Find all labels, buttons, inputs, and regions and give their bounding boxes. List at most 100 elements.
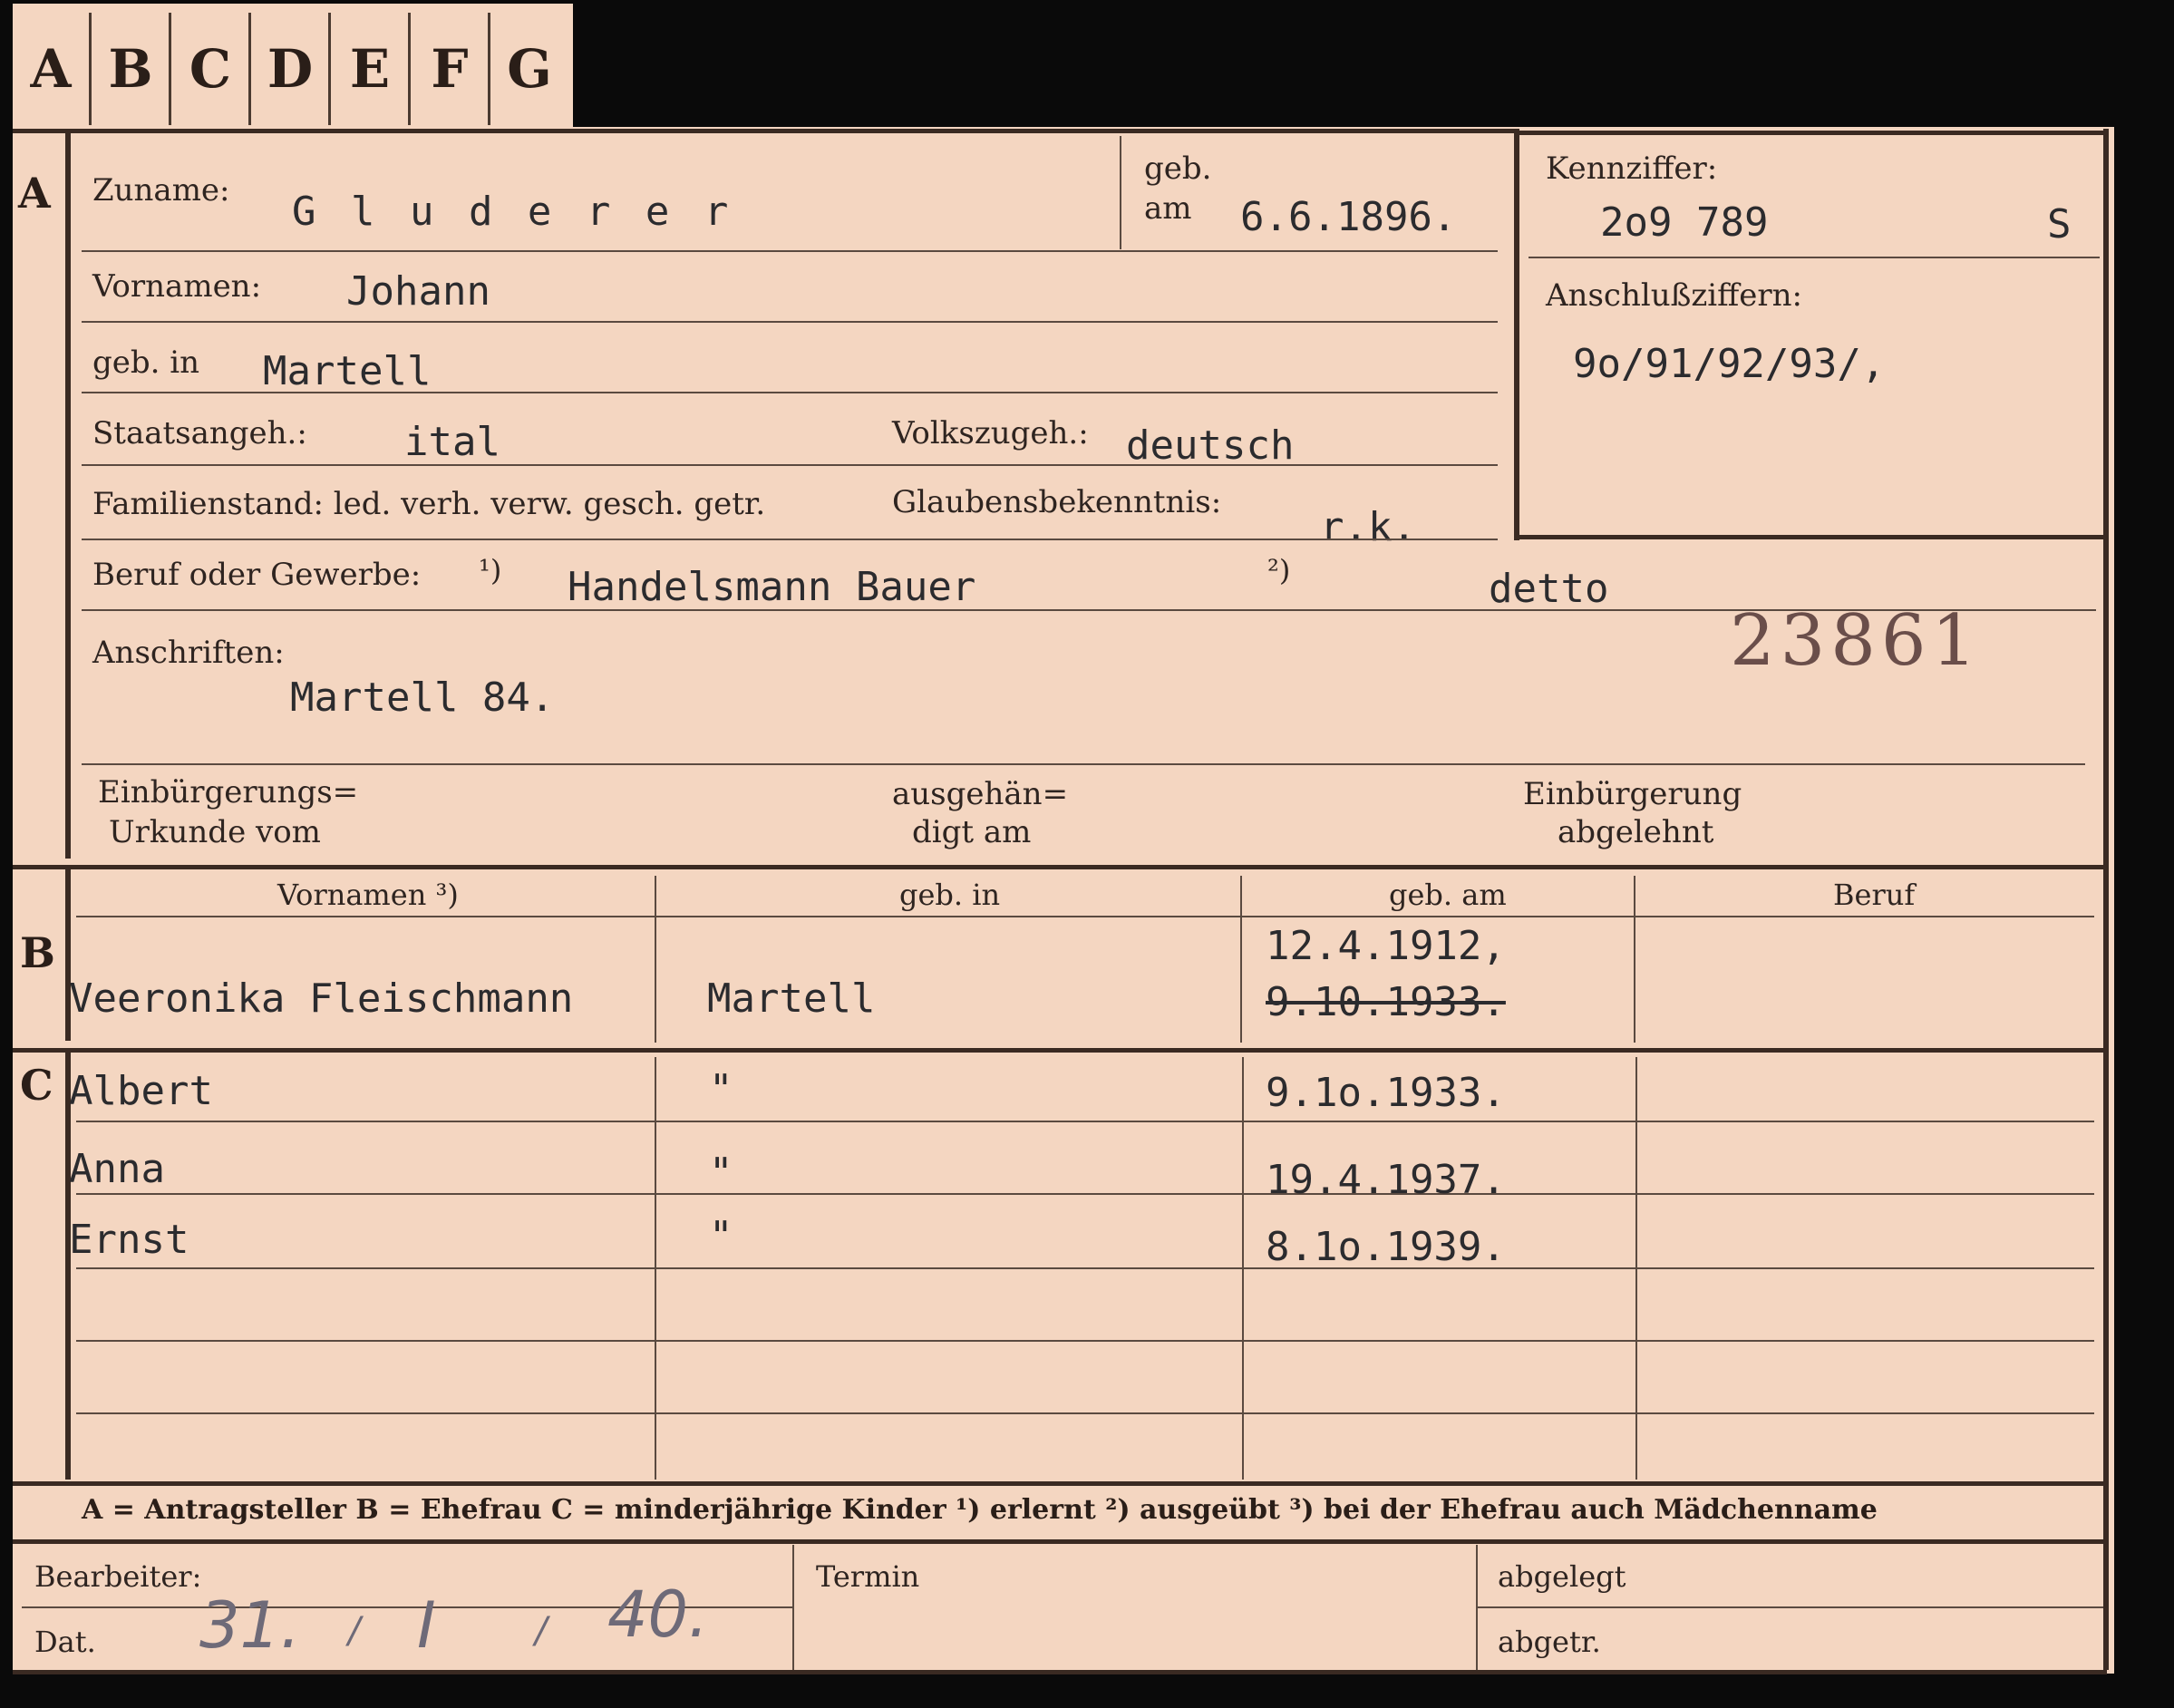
wife-geb-in: Martell [707, 975, 876, 1022]
col-divider [1634, 876, 1635, 1043]
section-a-divider [65, 129, 71, 859]
col-geb-in-header: geb. in [899, 878, 1001, 912]
termin-label: Termin [816, 1559, 920, 1594]
row-line [82, 464, 1498, 466]
child-vornamen: Albert [69, 1068, 213, 1114]
kennziffer-value: 2o9 789 [1600, 199, 1769, 246]
geb-am-label-1: geb. [1144, 150, 1212, 187]
beruf-note-2: ²) [1267, 553, 1291, 587]
geb-in-label: geb. in [92, 345, 200, 381]
section-c-marker: C [20, 1061, 53, 1110]
child-geb-in: " [709, 1150, 733, 1196]
col-vornamen-header: Vornamen ³) [277, 878, 459, 912]
row-line [82, 321, 1498, 323]
abgelegt-label: abgelegt [1498, 1559, 1626, 1594]
footer-line [1478, 1606, 2103, 1608]
tab-letter-g[interactable]: G [491, 13, 568, 125]
top-border [13, 129, 1518, 133]
handwritten-date-day: 31. [199, 1588, 301, 1663]
tab-letter-d[interactable]: D [252, 13, 331, 125]
einbuergerung-label-2: abgelehnt [1558, 814, 1714, 850]
tab-letter-a[interactable]: A [13, 13, 92, 125]
einbuergerung-label-1: Einbürgerung [1523, 776, 1742, 812]
beruf-note-1: ¹) [479, 553, 502, 587]
einbuergerungs-label-2: Urkunde vom [109, 814, 321, 850]
anschlussziffern-value: 9o/91/92/93/, [1573, 341, 1886, 387]
beruf-value-1: Handelsmann Bauer [568, 564, 976, 610]
geb-am-label-2: am [1144, 190, 1192, 227]
row-line [76, 1267, 2094, 1269]
staatsangeh-label: Staatsangeh.: [92, 415, 307, 451]
kennziffer-divider [1529, 257, 2100, 258]
section-b-marker: B [20, 928, 55, 977]
row-line [76, 1340, 2094, 1342]
kennziffer-box-bottom [1514, 535, 2103, 539]
vornamen-label: Vornamen: [92, 268, 262, 305]
staatsangeh-value: ital [404, 419, 500, 465]
handwritten-slash: / [535, 1610, 548, 1652]
child-geb-am: 8.1o.1939. [1266, 1224, 1506, 1270]
ausgehaen-label-2: digt am [912, 814, 1032, 850]
glaubensbekenntnis-value: r.k. [1320, 504, 1416, 550]
bearbeiter-label: Bearbeiter: [34, 1559, 202, 1594]
child-vornamen: Anna [69, 1146, 165, 1192]
kennziffer-suffix: S [2047, 201, 2072, 247]
kennziffer-label: Kennziffer: [1546, 150, 1718, 187]
child-geb-in: " [709, 1066, 733, 1112]
row-line [76, 1412, 2094, 1414]
child-geb-in: " [709, 1213, 733, 1259]
ausgehaen-label-1: ausgehän= [892, 776, 1069, 812]
col-geb-am-header: geb. am [1389, 878, 1507, 912]
child-geb-am: 9.1o.1933. [1266, 1070, 1506, 1116]
right-border [2103, 129, 2109, 1670]
row-line [82, 763, 2085, 765]
tab-letter-f[interactable]: F [412, 13, 490, 125]
tab-letter-c[interactable]: C [172, 13, 251, 125]
abgetr-label: abgetr. [1498, 1625, 1601, 1659]
legend-text: A = Antragsteller B = Ehefrau C = minder… [82, 1494, 1878, 1526]
einbuergerungs-label-1: Einbürgerungs= [98, 774, 359, 810]
dat-label: Dat. [34, 1625, 96, 1659]
footer-divider [792, 1545, 794, 1672]
beruf-value-2: detto [1489, 566, 1609, 612]
kennziffer-box-top [1514, 131, 2103, 135]
letter-tab-strip: A B C D E F G [13, 4, 573, 129]
legend-top [13, 1481, 2103, 1486]
handwritten-slash: / [348, 1610, 361, 1652]
section-c-divider [65, 1052, 71, 1480]
section-c-top [13, 1048, 2103, 1053]
row-line [76, 1121, 2094, 1122]
familienstand-label: Familienstand: led. verh. verw. gesch. g… [92, 486, 766, 522]
volkszugeh-value: deutsch [1126, 422, 1295, 469]
anschlussziffern-label: Anschlußziffern: [1546, 277, 1802, 314]
tab-letter-b[interactable]: B [92, 13, 171, 125]
geb-in-value: Martell [263, 348, 432, 394]
zuname-value: G l u d e r e r [292, 189, 734, 235]
child-geb-am: 19.4.1937. [1266, 1157, 1506, 1203]
section-a-marker: A [18, 169, 51, 218]
row-line [82, 539, 1498, 540]
beruf-label: Beruf oder Gewerbe: [92, 557, 422, 593]
section-b-top [13, 865, 2103, 869]
handwritten-date-year: 40. [607, 1577, 709, 1652]
geb-am-value: 6.6.1896. [1240, 194, 1457, 240]
handwritten-date-month: I [417, 1588, 436, 1663]
volkszugeh-label: Volkszugeh.: [892, 415, 1089, 451]
wife-geb-am: 12.4.1912, [1266, 923, 1506, 969]
row-line [76, 916, 2094, 917]
vornamen-value: Johann [346, 268, 490, 315]
child-vornamen: Ernst [69, 1217, 189, 1263]
row-line [82, 392, 1498, 393]
col-beruf-header: Beruf [1833, 878, 1916, 912]
legend-bottom [13, 1539, 2103, 1544]
wife-geb-am-struck: 9.10.1933. [1266, 979, 1506, 1025]
col-divider [655, 876, 656, 1043]
glaubensbekenntnis-label: Glaubensbekenntnis: [892, 484, 1222, 520]
row-line [82, 250, 1498, 252]
zuname-label: Zuname: [92, 172, 230, 209]
tab-letter-e[interactable]: E [332, 13, 411, 125]
bottom-border [13, 1670, 2107, 1674]
kennziffer-box-left [1514, 129, 1519, 540]
footer-divider [1476, 1545, 1478, 1672]
stamp-number: 23861 [1730, 600, 1983, 682]
